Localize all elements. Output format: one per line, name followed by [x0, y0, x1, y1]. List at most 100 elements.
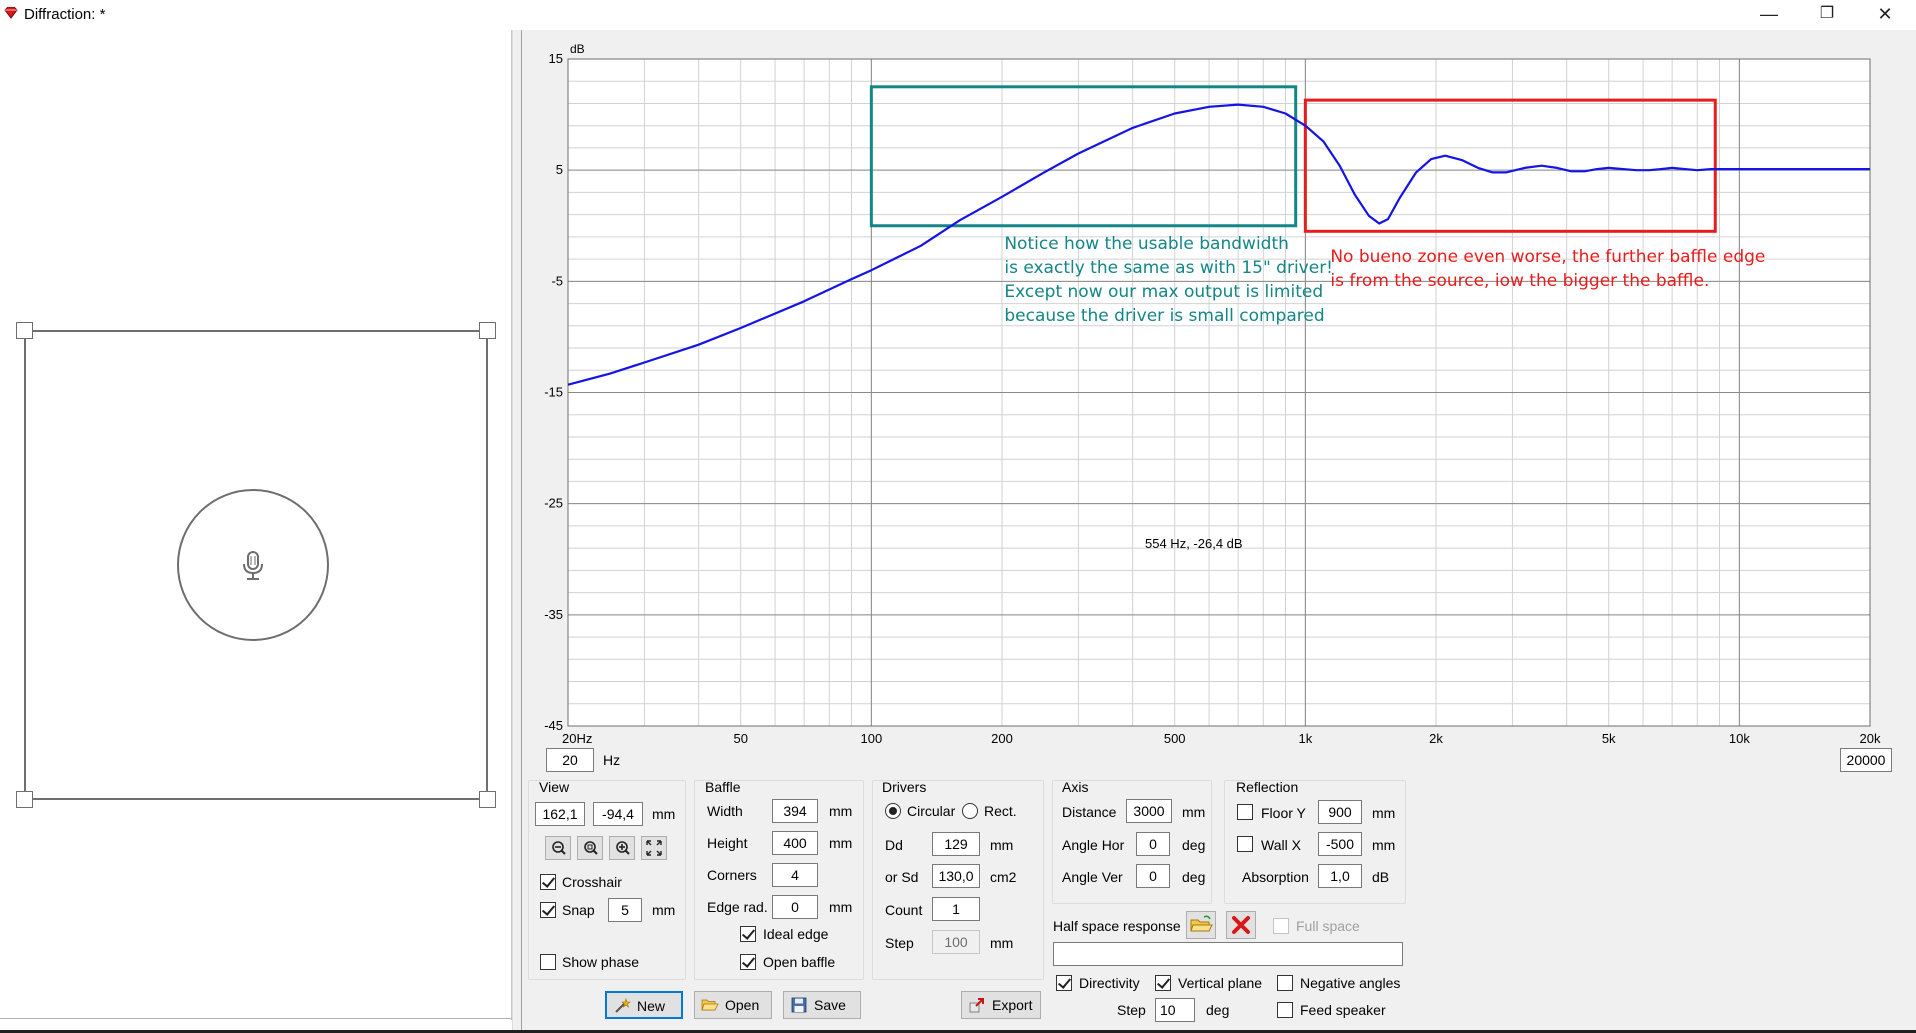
x-tick-label: 20Hz	[562, 731, 592, 745]
x-tick-label: 10k	[1729, 731, 1750, 745]
sd-label: or Sd	[885, 869, 919, 885]
floor-checkbox[interactable]	[1237, 804, 1253, 820]
directivity-step-input[interactable]: 10	[1155, 998, 1195, 1022]
height-unit: mm	[829, 835, 853, 851]
corners-input[interactable]: 4	[772, 863, 818, 887]
frequency-response-chart[interactable]: Notice how the usable bandwidth is exactl…	[522, 30, 1916, 745]
zoom-fit-icon	[584, 841, 598, 855]
new-button[interactable]: New	[605, 991, 683, 1019]
view-x-field[interactable]: 162,1	[535, 802, 585, 826]
count-input[interactable]: 1	[932, 897, 980, 921]
zoom-out-icon	[552, 841, 566, 855]
pane-splitter[interactable]	[512, 30, 522, 1030]
step-label: Step	[885, 935, 914, 951]
zoom-out-button[interactable]	[545, 836, 571, 860]
fit-all-button[interactable]	[641, 836, 667, 860]
floppy-disk-icon	[791, 997, 807, 1013]
export-button[interactable]: Export	[961, 991, 1041, 1019]
x-tick-label: 2k	[1429, 731, 1443, 745]
open-button[interactable]: Open	[694, 991, 772, 1019]
ideal-edge-checkbox[interactable]	[740, 926, 756, 942]
baffle-group-title: Baffle	[705, 779, 741, 795]
open-baffle-label: Open baffle	[763, 954, 836, 970]
ideal-edge-label: Ideal edge	[763, 926, 829, 942]
edge-radius-input[interactable]: 0	[772, 895, 818, 919]
save-button[interactable]: Save	[783, 991, 861, 1019]
directivity-checkbox[interactable]	[1056, 975, 1072, 991]
resize-handle-bottom-right[interactable]	[479, 791, 496, 808]
absorption-input[interactable]: 1,0	[1318, 864, 1362, 888]
full-space-label: Full space	[1296, 918, 1360, 934]
rect-radio[interactable]	[962, 803, 978, 819]
feed-speaker-checkbox[interactable]	[1277, 1002, 1293, 1018]
drivers-group-title: Drivers	[882, 779, 927, 795]
folder-open-icon	[701, 999, 719, 1011]
bandwidth-note-line: is exactly the same as with 15" driver!	[1004, 258, 1333, 278]
absorption-label: Absorption	[1242, 869, 1309, 885]
rect-label: Rect.	[984, 803, 1017, 819]
show-phase-checkbox[interactable]	[540, 954, 556, 970]
crosshair-label: Crosshair	[562, 874, 622, 890]
half-space-file-field[interactable]	[1053, 942, 1403, 966]
freq-min-input[interactable]: 20	[546, 748, 594, 772]
height-input[interactable]: 400	[772, 831, 818, 855]
folder-open-icon	[1190, 915, 1213, 932]
angle-ver-input[interactable]: 0	[1136, 864, 1170, 888]
width-input[interactable]: 394	[772, 799, 818, 823]
vertical-plane-checkbox[interactable]	[1155, 975, 1171, 991]
floor-label: Floor Y	[1261, 805, 1306, 821]
floor-unit: mm	[1372, 805, 1396, 821]
snap-input[interactable]: 5	[608, 898, 642, 922]
resize-handle-bottom-left[interactable]	[16, 791, 33, 808]
view-y-field[interactable]: -94,4	[593, 802, 643, 826]
snap-checkbox[interactable]	[540, 902, 556, 918]
app-diamond-icon	[4, 7, 18, 19]
dd-input[interactable]: 129	[932, 832, 980, 856]
view-unit-label: mm	[652, 806, 676, 822]
floor-input[interactable]: 900	[1318, 800, 1362, 824]
circular-radio[interactable]	[885, 803, 901, 819]
baffle-view-pane[interactable]	[0, 30, 512, 1020]
edge-radius-label: Edge rad.	[707, 899, 768, 915]
freq-max-input[interactable]: 20000	[1840, 748, 1892, 772]
snap-unit: mm	[652, 902, 676, 918]
negative-angles-checkbox[interactable]	[1277, 975, 1293, 991]
edge-radius-unit: mm	[829, 899, 853, 915]
directivity-step-label: Step	[1117, 1002, 1146, 1018]
zoom-in-button[interactable]	[609, 836, 635, 860]
x-tick-label: 20k	[1860, 731, 1881, 745]
close-button[interactable]: ✕	[1856, 0, 1914, 30]
count-label: Count	[885, 902, 923, 918]
resize-handle-top-left[interactable]	[16, 322, 33, 339]
y-tick-label: -35	[544, 607, 563, 622]
angle-hor-label: Angle Hor	[1062, 837, 1125, 853]
open-half-space-button[interactable]	[1186, 911, 1216, 939]
view-group-title: View	[539, 779, 570, 795]
wall-checkbox[interactable]	[1237, 836, 1253, 852]
sd-input[interactable]: 130,0	[932, 864, 980, 888]
angle-hor-input[interactable]: 0	[1136, 832, 1170, 856]
open-baffle-checkbox[interactable]	[740, 954, 756, 970]
minimize-button[interactable]: —	[1740, 0, 1798, 30]
zoom-fit-button[interactable]	[577, 836, 603, 860]
feed-speaker-label: Feed speaker	[1300, 1002, 1386, 1018]
show-phase-label: Show phase	[562, 954, 640, 970]
chart-svg[interactable]: Notice how the usable bandwidth is exactl…	[522, 30, 1916, 745]
angle-ver-unit: deg	[1182, 869, 1206, 885]
title-bar: Diffraction: * — ❐ ✕	[0, 0, 1916, 30]
restore-button[interactable]: ❐	[1798, 0, 1856, 30]
sd-unit: cm2	[990, 869, 1017, 885]
dd-label: Dd	[885, 837, 903, 853]
export-button-label: Export	[992, 997, 1033, 1013]
driver-step-input[interactable]: 100	[932, 930, 980, 954]
distance-input[interactable]: 3000	[1126, 799, 1172, 823]
save-button-label: Save	[814, 997, 846, 1013]
x-tick-label: 5k	[1602, 731, 1616, 745]
height-label: Height	[707, 835, 748, 851]
driver-step-unit: mm	[990, 935, 1014, 951]
resize-handle-top-right[interactable]	[479, 322, 496, 339]
crosshair-checkbox[interactable]	[540, 874, 556, 890]
clear-half-space-button[interactable]	[1226, 911, 1256, 939]
wall-input[interactable]: -500	[1318, 832, 1362, 856]
full-space-checkbox[interactable]	[1273, 918, 1289, 934]
